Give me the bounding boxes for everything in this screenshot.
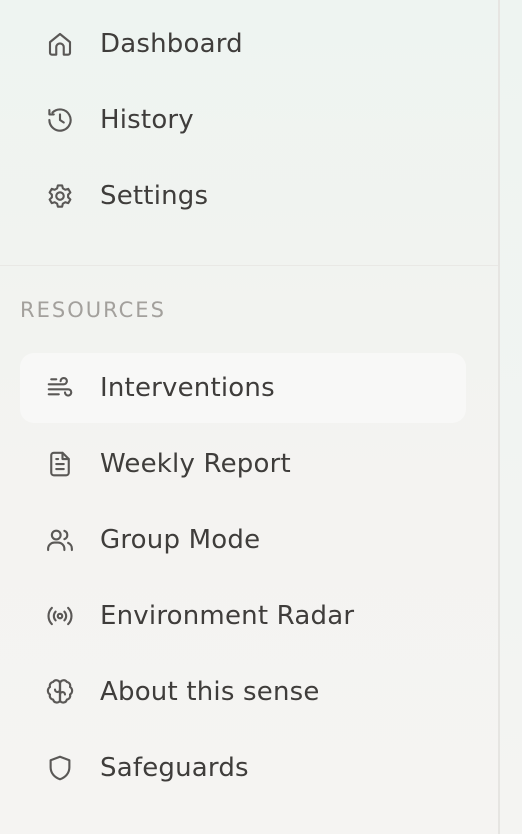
nav-label-environment-radar: Environment Radar (100, 601, 355, 631)
home-icon (44, 28, 76, 60)
section-divider (0, 265, 498, 266)
nav-item-dashboard[interactable]: Dashboard (20, 9, 466, 79)
brain-icon (44, 676, 76, 708)
nav-item-group-mode[interactable]: Group Mode (20, 505, 466, 575)
nav-item-history[interactable]: History (20, 85, 466, 155)
nav-item-weekly-report[interactable]: Weekly Report (20, 429, 466, 499)
resources-heading: RESOURCES (20, 298, 166, 322)
nav-label-weekly-report: Weekly Report (100, 449, 291, 479)
radar-icon (44, 600, 76, 632)
sidebar: Dashboard History Settings RESOURCES Int… (0, 0, 498, 834)
gear-icon (44, 180, 76, 212)
nav-label-dashboard: Dashboard (100, 29, 243, 59)
document-icon (44, 448, 76, 480)
nav-item-safeguards[interactable]: Safeguards (20, 733, 466, 803)
nav-label-group-mode: Group Mode (100, 525, 261, 555)
nav-label-history: History (100, 105, 194, 135)
nav-label-interventions: Interventions (100, 373, 275, 403)
users-icon (44, 524, 76, 556)
wind-icon (44, 372, 76, 404)
nav-label-safeguards: Safeguards (100, 753, 249, 783)
nav-label-settings: Settings (100, 181, 209, 211)
nav-item-environment-radar[interactable]: Environment Radar (20, 581, 466, 651)
nav-item-settings[interactable]: Settings (20, 161, 466, 231)
nav-item-interventions[interactable]: Interventions (20, 353, 466, 423)
nav-label-about-this-sense: About this sense (100, 677, 320, 707)
main-content-edge (500, 0, 522, 834)
nav-item-about-this-sense[interactable]: About this sense (20, 657, 466, 727)
history-icon (44, 104, 76, 136)
shield-icon (44, 752, 76, 784)
